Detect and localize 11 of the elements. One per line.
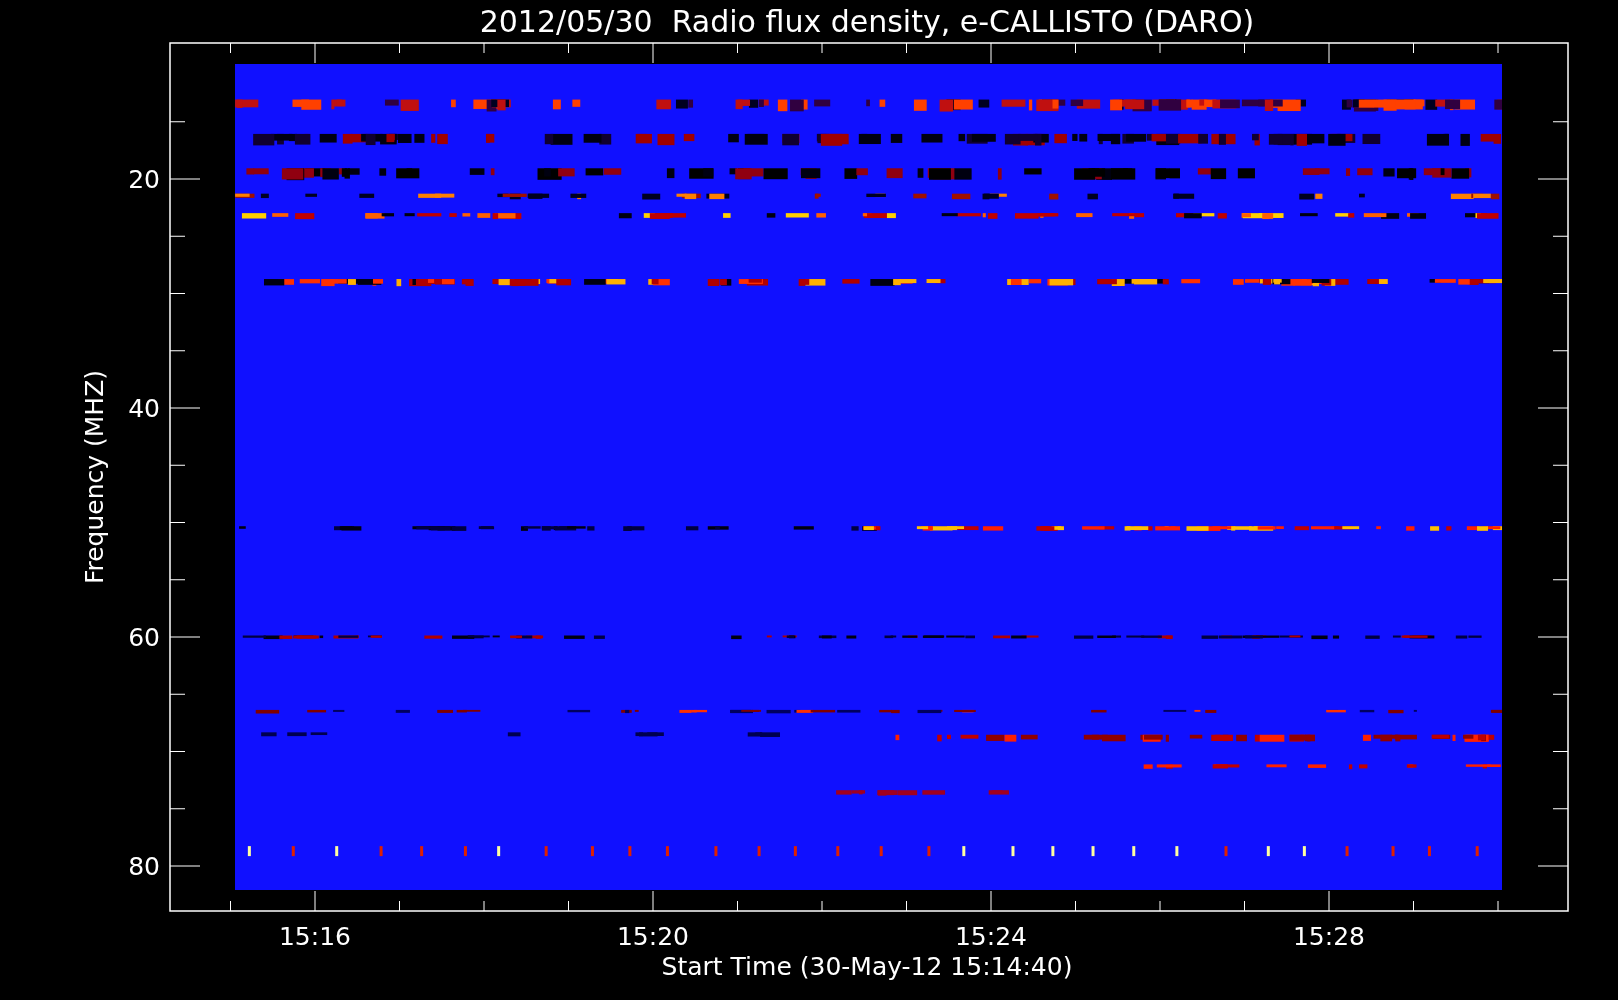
plot-title: 2012/05/30 Radio flux density, e-CALLISTO (DARO) xyxy=(479,4,1255,39)
x-tick-label: 15:16 xyxy=(279,922,351,951)
x-tick-label: 15:20 xyxy=(617,922,689,951)
y-tick-label: 40 xyxy=(128,394,160,423)
x-tick-label: 15:28 xyxy=(1293,922,1365,951)
y-axis-label: Frequency (MHZ) xyxy=(80,369,109,585)
y-tick-label: 60 xyxy=(128,623,160,652)
x-tick-label: 15:24 xyxy=(955,922,1027,951)
y-tick-label: 80 xyxy=(128,852,160,881)
y-tick-label: 20 xyxy=(128,165,160,194)
x-axis-label: Start Time (30-May-12 15:14:40) xyxy=(661,952,1073,981)
